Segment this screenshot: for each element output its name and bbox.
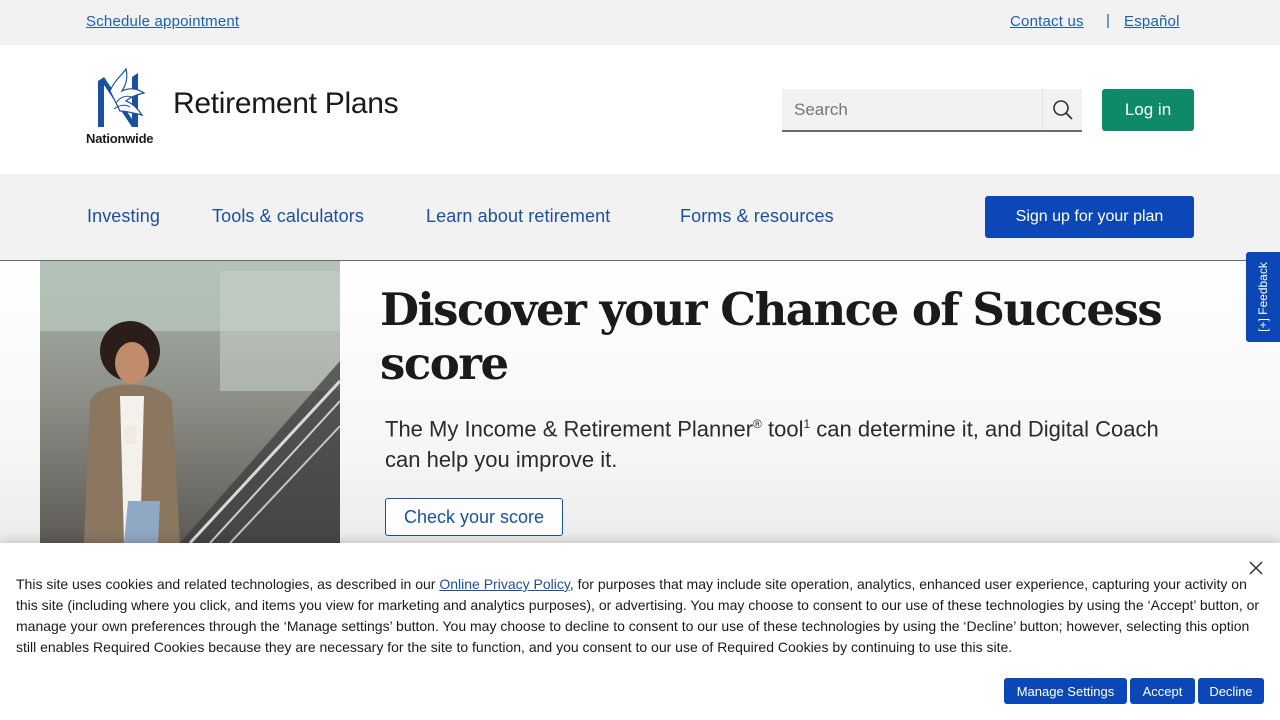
feedback-tab[interactable]: [+] Feedback [1246,252,1280,342]
sign-up-button[interactable]: Sign up for your plan [985,196,1194,238]
contact-us-link[interactable]: Contact us [1010,13,1084,30]
cookie-text-before: This site uses cookies and related techn… [16,576,440,592]
search-box [782,89,1082,132]
registered-mark: ® [753,417,762,431]
manage-settings-button[interactable]: Manage Settings [1004,678,1127,704]
site-header: Nationwide Retirement Plans Log in [0,45,1280,174]
search-input[interactable] [782,89,1042,130]
nationwide-wordmark: Nationwide [86,131,154,146]
schedule-appointment-link[interactable]: Schedule appointment [86,13,239,30]
nav-learn-about-retirement[interactable]: Learn about retirement [426,206,610,227]
check-your-score-button[interactable]: Check your score [385,498,563,536]
cookie-text: This site uses cookies and related techn… [16,574,1268,658]
site-title: Retirement Plans [173,87,399,120]
utility-bar: Schedule appointment Contact us | Españo… [0,0,1280,45]
hero-image [40,261,340,543]
hero-section: Discover your Chance of Success score Th… [0,261,1280,543]
hero-title: Discover your Chance of Success score [380,283,1163,390]
hero-body-part2: tool [761,416,804,442]
log-in-button[interactable]: Log in [1102,89,1194,131]
hero-description: The My Income & Retirement Planner® tool… [385,409,1185,475]
feedback-label: [+] Feedback [1256,262,1270,332]
espanol-link[interactable]: Español [1124,13,1180,30]
hero-body-part1: The My Income & Retirement Planner [385,416,754,442]
utility-separator: | [1106,12,1110,29]
nav-investing[interactable]: Investing [87,206,160,227]
nav-tools-calculators[interactable]: Tools & calculators [212,206,364,227]
decline-button[interactable]: Decline [1198,678,1264,704]
cookie-banner: This site uses cookies and related techn… [0,543,1280,720]
nav-forms-resources[interactable]: Forms & resources [680,206,834,227]
search-button[interactable] [1042,89,1082,130]
main-nav: Investing Tools & calculators Learn abou… [0,174,1280,261]
search-icon [1052,99,1073,120]
accept-button[interactable]: Accept [1130,678,1195,704]
privacy-policy-link[interactable]: Online Privacy Policy [439,576,569,592]
